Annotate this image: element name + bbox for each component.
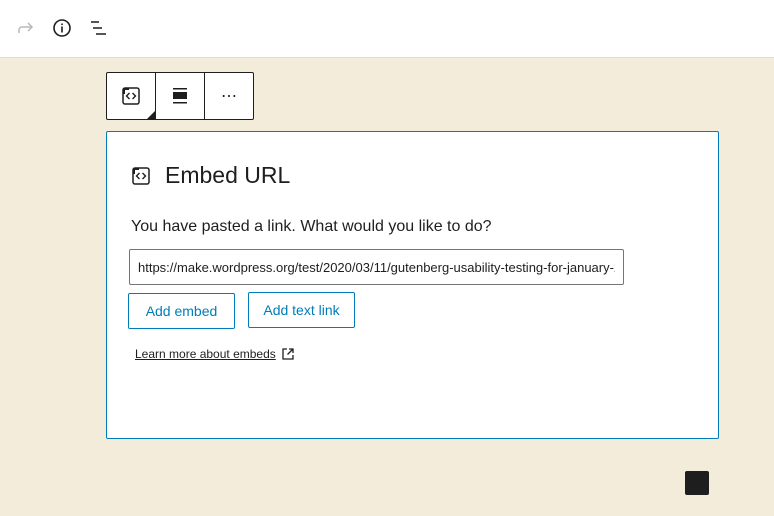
block-toolbar: ⋯ (106, 72, 254, 120)
corner-indicator (147, 111, 155, 119)
top-toolbar (0, 0, 774, 58)
redo-icon[interactable] (14, 16, 38, 40)
align-button[interactable] (156, 73, 205, 119)
add-text-link-button[interactable]: Add text link (248, 292, 355, 328)
embed-icon (132, 166, 150, 185)
url-input[interactable] (129, 249, 624, 285)
embed-block[interactable]: Embed URL You have pasted a link. What w… (106, 131, 719, 439)
align-icon (173, 88, 187, 104)
embed-icon (122, 87, 140, 105)
external-link-icon (282, 348, 294, 360)
instructions: You have pasted a link. What would you l… (131, 218, 492, 235)
add-embed-button[interactable]: Add embed (128, 293, 235, 329)
learn-more-link[interactable]: Learn more about embeds (135, 347, 295, 361)
block-title: Embed URL (165, 162, 291, 188)
more-options-button[interactable]: ⋯ (205, 73, 253, 119)
list-view-icon[interactable] (86, 16, 110, 40)
block-type-button[interactable] (107, 73, 156, 119)
block-appender-square[interactable] (685, 471, 709, 495)
learn-more-label: Learn more about embeds (135, 347, 276, 361)
info-icon[interactable] (50, 16, 74, 40)
more-options-icon: ⋯ (221, 88, 237, 105)
